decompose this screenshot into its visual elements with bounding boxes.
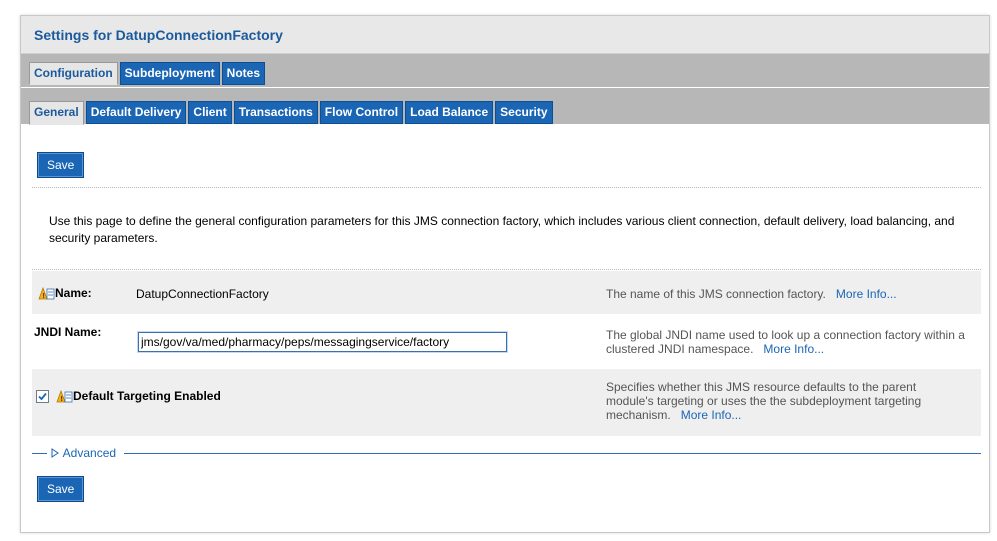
tab-notes[interactable]: Notes	[221, 62, 266, 85]
targeting-label: Default Targeting Enabled	[73, 389, 221, 403]
name-help: The name of this JMS connection factory.…	[606, 287, 966, 301]
svg-text:!: !	[60, 395, 63, 403]
tab-transactions[interactable]: Transactions	[233, 101, 318, 124]
advanced-label: Advanced	[62, 446, 117, 460]
divider-top	[32, 187, 981, 188]
advanced-section: Advanced	[32, 446, 981, 460]
targeting-row: ! Default Targeting Enabled Specifies wh…	[32, 369, 981, 436]
jndi-help: The global JNDI name used to look up a c…	[606, 328, 966, 356]
name-label: Name:	[55, 286, 92, 300]
jndi-more-info-link[interactable]: More Info...	[763, 342, 824, 356]
name-label-group: ! Name:	[38, 286, 92, 301]
tab-default-delivery[interactable]: Default Delivery	[85, 101, 187, 124]
targeting-help-text: Specifies whether this JMS resource defa…	[606, 380, 922, 422]
jndi-label: JNDI Name:	[34, 325, 102, 339]
tab-client[interactable]: Client	[188, 101, 232, 124]
top-tab-bar: Configuration Subdeployment Notes	[21, 54, 989, 88]
jndi-name-input[interactable]	[138, 332, 507, 352]
svg-text:!: !	[42, 292, 45, 300]
divider-intro	[32, 269, 981, 270]
intro-text: Use this page to define the general conf…	[49, 214, 955, 245]
name-help-text: The name of this JMS connection factory.	[606, 287, 826, 301]
tab-configuration[interactable]: Configuration	[29, 62, 118, 85]
targeting-help: Specifies whether this JMS resource defa…	[606, 380, 966, 422]
tab-subdeployment[interactable]: Subdeployment	[119, 62, 220, 85]
checkmark-icon	[38, 392, 47, 401]
tab-security[interactable]: Security	[495, 101, 553, 124]
advanced-line-right	[124, 453, 981, 454]
triangle-right-icon	[51, 448, 59, 458]
targeting-label-group: ! Default Targeting Enabled	[56, 389, 221, 404]
dynamic-attribute-icon: !	[38, 286, 55, 301]
default-targeting-checkbox[interactable]	[36, 390, 49, 403]
save-button-bottom[interactable]: Save	[37, 476, 85, 502]
dynamic-attribute-icon: !	[56, 389, 73, 404]
tab-load-balance[interactable]: Load Balance	[405, 101, 494, 124]
sub-tab-bar: General Default Delivery Client Transact…	[21, 88, 989, 125]
tab-flow-control[interactable]: Flow Control	[319, 101, 404, 124]
save-button-top[interactable]: Save	[37, 152, 85, 178]
panel-title-bar: Settings for DatupConnectionFactory	[21, 16, 989, 54]
jndi-row: JNDI Name: The global JNDI name used to …	[32, 314, 981, 369]
name-row: ! Name: DatupConnectionFactory The name …	[32, 271, 981, 314]
tab-general[interactable]: General	[29, 101, 84, 125]
advanced-line-left	[32, 453, 47, 454]
page-title: Settings for DatupConnectionFactory	[34, 26, 283, 43]
name-more-info-link[interactable]: More Info...	[836, 287, 897, 301]
advanced-toggle[interactable]: Advanced	[50, 446, 116, 460]
targeting-more-info-link[interactable]: More Info...	[681, 408, 742, 422]
name-value: DatupConnectionFactory	[136, 287, 269, 301]
